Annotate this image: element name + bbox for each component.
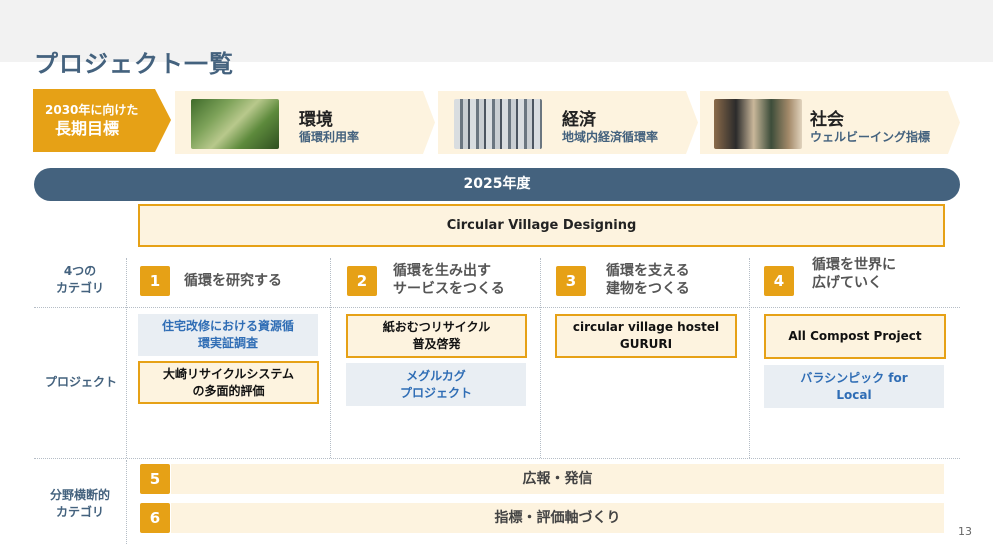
row-label-cross: 分野横断的 カテゴリ — [49, 488, 110, 519]
goal-society: 社会 ウェルビーイング指標 — [700, 91, 960, 154]
page-title: プロジェクト一覧 — [34, 50, 234, 78]
goal-label-line1: 2030年に向けた — [45, 103, 139, 117]
cross-category-number: 6 — [140, 503, 170, 533]
category-label: 循環を支える 建物をつくる — [606, 263, 690, 297]
page-number: 13 — [958, 525, 972, 538]
project-megurukagu: メグルカグ プロジェクト — [346, 363, 526, 406]
grid-divider — [540, 258, 541, 458]
grid-divider — [34, 307, 960, 308]
goal-economy: 経済 地域内経済循環率 — [438, 91, 698, 154]
goal-metric: 循環利用率 — [299, 130, 360, 144]
category-number: 1 — [140, 266, 170, 296]
long-term-goal-label: 2030年に向けた 長期目標 — [33, 89, 171, 152]
row-label-projects: プロジェクト — [44, 375, 117, 389]
category-number: 3 — [556, 266, 586, 296]
category-label: 循環を研究する — [184, 273, 282, 289]
category-label: 循環を世界に 広げていく — [812, 257, 896, 291]
row-label-categories: 4つの カテゴリ — [55, 264, 104, 295]
goal-label-line2: 長期目標 — [55, 119, 120, 138]
cross-category-metrics: 指標・評価軸づくり — [171, 503, 944, 533]
project-all-compost: All Compost Project — [764, 314, 946, 359]
grid-divider — [330, 258, 331, 458]
project-gururi-hostel: circular village hostel GURURI — [555, 314, 737, 358]
cross-category-pr: 広報・発信 — [171, 464, 944, 494]
category-number: 4 — [764, 266, 794, 296]
project-housing-renovation: 住宅改修における資源循 環実証調査 — [138, 314, 318, 356]
goal-name: 経済 — [562, 110, 596, 130]
group-photo — [454, 99, 542, 149]
grid-divider — [126, 258, 127, 458]
community-photo — [714, 99, 802, 149]
category-number: 2 — [347, 266, 377, 296]
year-bar: 2025年度 — [34, 168, 960, 201]
category-label: 循環を生み出す サービスをつくる — [393, 263, 505, 297]
project-barasinpic: バラシンピック for Local — [764, 365, 944, 408]
goal-name: 社会 — [810, 110, 844, 130]
grid-divider — [749, 258, 750, 458]
project-osaki-recycling: 大崎リサイクルシステム の多面的評価 — [138, 361, 319, 404]
cross-category-number: 5 — [140, 464, 170, 494]
circular-village-designing-box: Circular Village Designing — [138, 204, 945, 247]
tea-leaves-photo — [191, 99, 279, 149]
goal-environment: 環境 循環利用率 — [175, 91, 435, 154]
goal-name: 環境 — [299, 110, 333, 130]
goal-metric: 地域内経済循環率 — [562, 130, 659, 144]
grid-divider — [126, 460, 127, 544]
grid-divider — [34, 458, 960, 459]
project-diaper-recycling: 紙おむつリサイクル 普及啓発 — [346, 314, 527, 358]
goal-metric: ウェルビーイング指標 — [810, 130, 931, 144]
